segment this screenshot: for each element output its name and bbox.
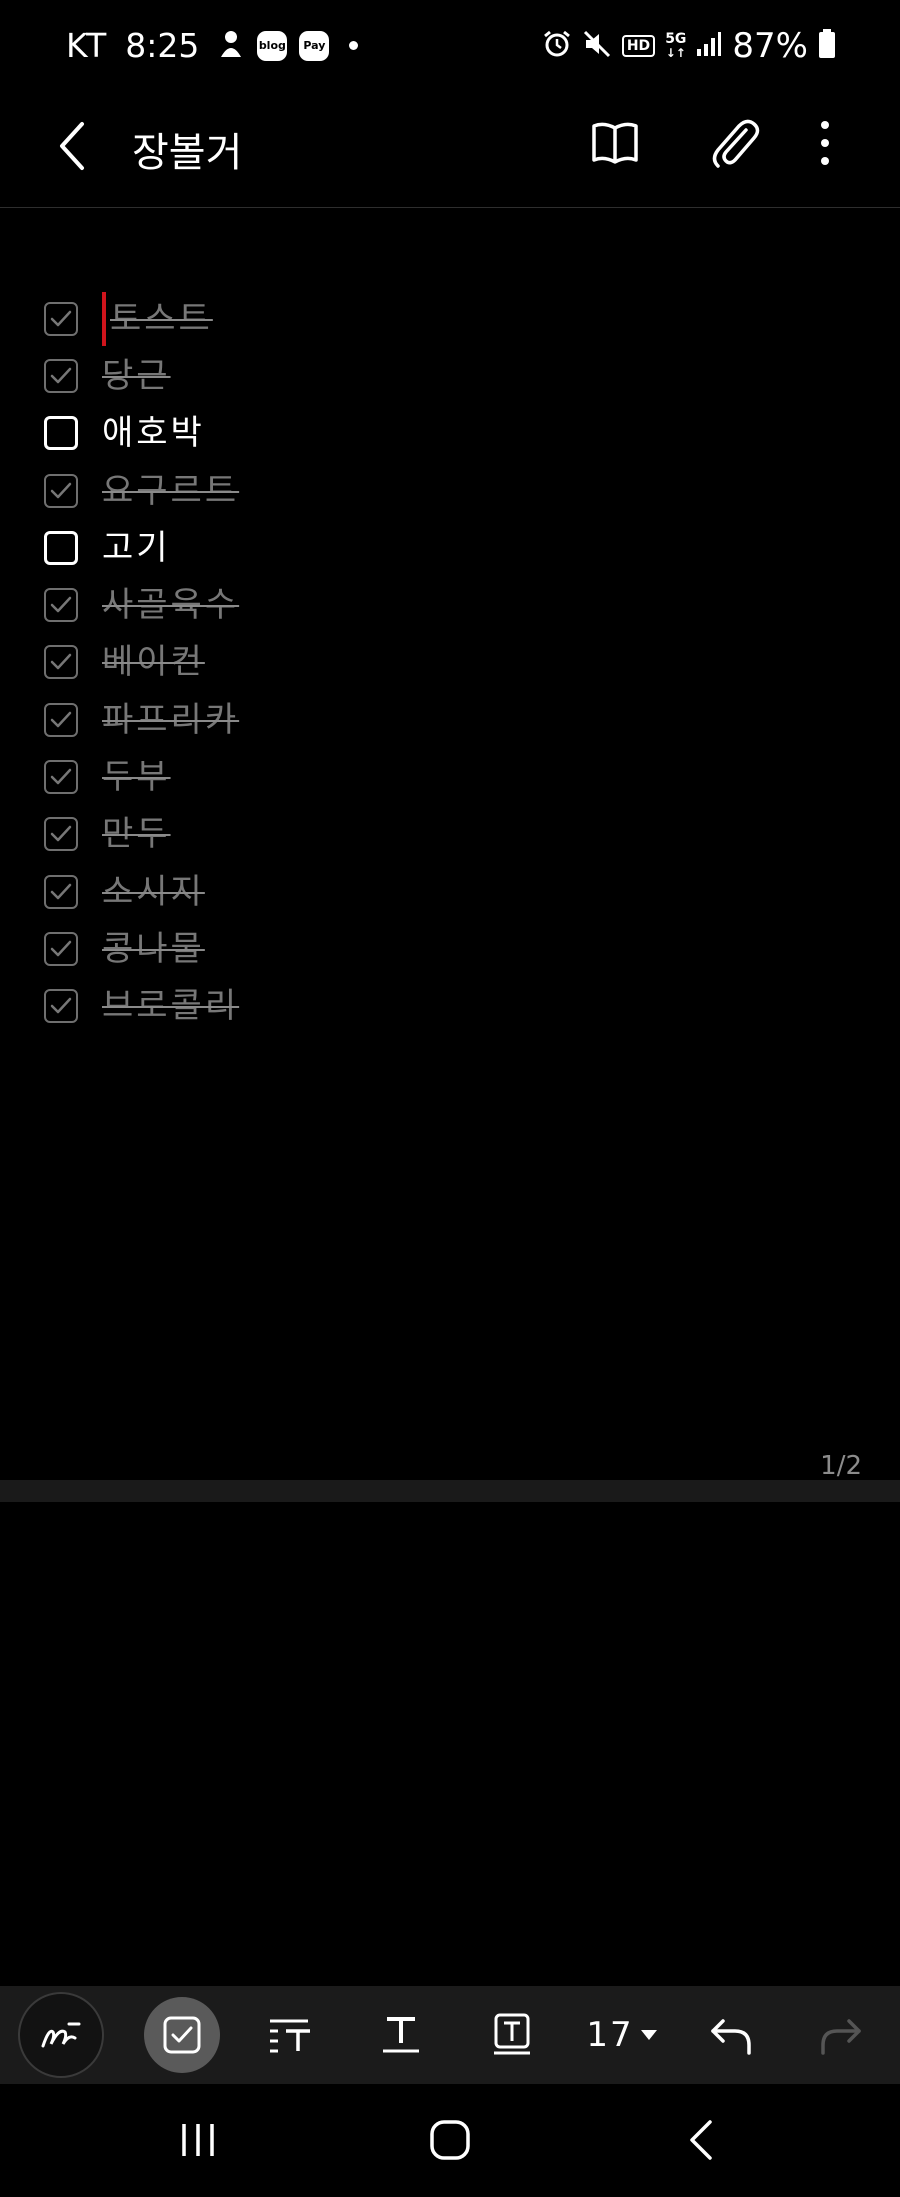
- signal-strength-icon: [696, 31, 722, 61]
- back-arrow-icon[interactable]: [54, 116, 94, 180]
- checklist: 토스트당근애호박요구르트고기사골육수베이컨파프리카두부만두소시지콩나물브로콜리: [44, 290, 844, 1035]
- checkbox-checked-icon[interactable]: [44, 301, 78, 336]
- undo-button[interactable]: [706, 1986, 756, 2084]
- checkbox-checked-icon[interactable]: [44, 817, 78, 852]
- checklist-item-label[interactable]: 만두: [102, 814, 171, 854]
- more-options-icon[interactable]: [818, 118, 832, 172]
- checklist-item-label[interactable]: 콩나물: [102, 929, 205, 969]
- home-button[interactable]: [420, 2112, 480, 2168]
- carrier-label: KT: [66, 26, 108, 65]
- checkbox-insert-button[interactable]: [142, 1986, 222, 2084]
- reading-mode-book-icon[interactable]: [590, 118, 640, 172]
- home-icon: [430, 2120, 470, 2160]
- checkbox-checked-icon[interactable]: [44, 931, 78, 966]
- checklist-item[interactable]: 사골육수: [44, 576, 844, 633]
- back-chevron-icon: [690, 2120, 712, 2160]
- font-size-selector[interactable]: 17: [582, 1986, 662, 2084]
- back-button[interactable]: [676, 2112, 726, 2168]
- network-type-label: 5G: [665, 31, 687, 47]
- hd-voice-icon: HD: [621, 35, 656, 57]
- alarm-icon: [542, 29, 572, 63]
- checklist-item[interactable]: 요구르트: [44, 462, 844, 519]
- character-notification-icon: [217, 29, 245, 63]
- more-notifications-dot-icon: [349, 41, 359, 50]
- checkbox-checked-icon[interactable]: [44, 645, 78, 680]
- checklist-item-label[interactable]: 브로콜리: [102, 986, 239, 1026]
- checkbox-checked-icon[interactable]: [44, 874, 78, 909]
- 5g-network-icon: 5G ↓↑: [665, 31, 687, 60]
- checklist-item-label[interactable]: 고기: [102, 528, 171, 568]
- checklist-item[interactable]: 콩나물: [44, 920, 844, 977]
- checklist-item-label[interactable]: 요구르트: [102, 471, 239, 511]
- checklist-item-label[interactable]: 두부: [102, 757, 171, 797]
- redo-icon: [821, 2019, 861, 2055]
- paragraph-format-icon: [270, 2019, 310, 2053]
- checklist-item[interactable]: 고기: [44, 519, 844, 576]
- checklist-item-label[interactable]: 파프리카: [102, 700, 239, 740]
- checkbox-checked-icon[interactable]: [44, 702, 78, 737]
- checkbox-checked-icon[interactable]: [44, 358, 78, 393]
- checkbox-checked-icon[interactable]: [44, 588, 78, 623]
- attach-paperclip-icon[interactable]: [708, 116, 760, 174]
- paragraph-format-button[interactable]: [262, 1986, 318, 2084]
- blog-notification-icon: blog: [257, 30, 288, 61]
- checkbox-checked-icon[interactable]: [44, 760, 78, 795]
- note-title[interactable]: 장볼거: [132, 120, 242, 178]
- handwriting-pen-icon: [18, 1992, 104, 2078]
- battery-icon: [818, 29, 836, 63]
- editor-toolbar: 17: [0, 1986, 900, 2084]
- checklist-item-label[interactable]: 사골육수: [102, 585, 239, 625]
- checklist-item[interactable]: 만두: [44, 806, 844, 863]
- text-highlight-button[interactable]: [484, 1986, 540, 2084]
- checkbox-checked-icon[interactable]: [44, 473, 78, 508]
- page-separator: [0, 1480, 900, 1502]
- checklist-item[interactable]: 당근: [44, 347, 844, 404]
- dropdown-triangle-icon: [640, 2030, 657, 2040]
- font-size-value: 17: [586, 2015, 634, 2055]
- text-style-button[interactable]: [374, 1986, 428, 2084]
- page-indicator: 1/2: [820, 1451, 862, 1481]
- checkbox-unchecked-icon[interactable]: [44, 530, 78, 565]
- recent-apps-button[interactable]: [170, 2112, 226, 2168]
- app-bar: 장볼거: [0, 96, 900, 206]
- redo-button[interactable]: [816, 1986, 866, 2084]
- checkbox-icon: [144, 1997, 220, 2073]
- status-bar: KT 8:25 blog Pay HD 5G ↓↑ 87%: [0, 0, 900, 96]
- checklist-item-label[interactable]: 베이컨: [102, 642, 205, 682]
- app-bar-divider: [0, 207, 900, 208]
- checklist-item[interactable]: 베이컨: [44, 634, 844, 691]
- checklist-item-label[interactable]: 소시지: [102, 872, 205, 912]
- checkbox-unchecked-icon[interactable]: [44, 416, 78, 451]
- text-style-icon: [383, 2017, 419, 2053]
- checklist-item[interactable]: 소시지: [44, 863, 844, 920]
- checklist-item-label[interactable]: 애호박: [102, 413, 205, 453]
- undo-icon: [711, 2019, 751, 2055]
- checklist-item[interactable]: 애호박: [44, 405, 844, 462]
- checklist-item-label[interactable]: 토스트: [110, 299, 213, 339]
- recent-apps-icon: [182, 2124, 214, 2156]
- clock: 8:25: [125, 26, 200, 65]
- mute-icon: [582, 29, 612, 63]
- text-box-icon: [494, 2013, 530, 2055]
- system-navigation-bar: [0, 2084, 900, 2197]
- handwriting-button[interactable]: [16, 1986, 106, 2084]
- pay-notification-icon: Pay: [299, 30, 330, 61]
- checklist-item[interactable]: 파프리카: [44, 691, 844, 748]
- checklist-item[interactable]: 브로콜리: [44, 978, 844, 1035]
- battery-percentage: 87%: [732, 26, 808, 66]
- text-cursor: [102, 291, 106, 346]
- checklist-item[interactable]: 토스트: [44, 290, 844, 347]
- checklist-item-label[interactable]: 당근: [102, 356, 171, 396]
- checkbox-checked-icon[interactable]: [44, 989, 78, 1024]
- checklist-item[interactable]: 두부: [44, 748, 844, 805]
